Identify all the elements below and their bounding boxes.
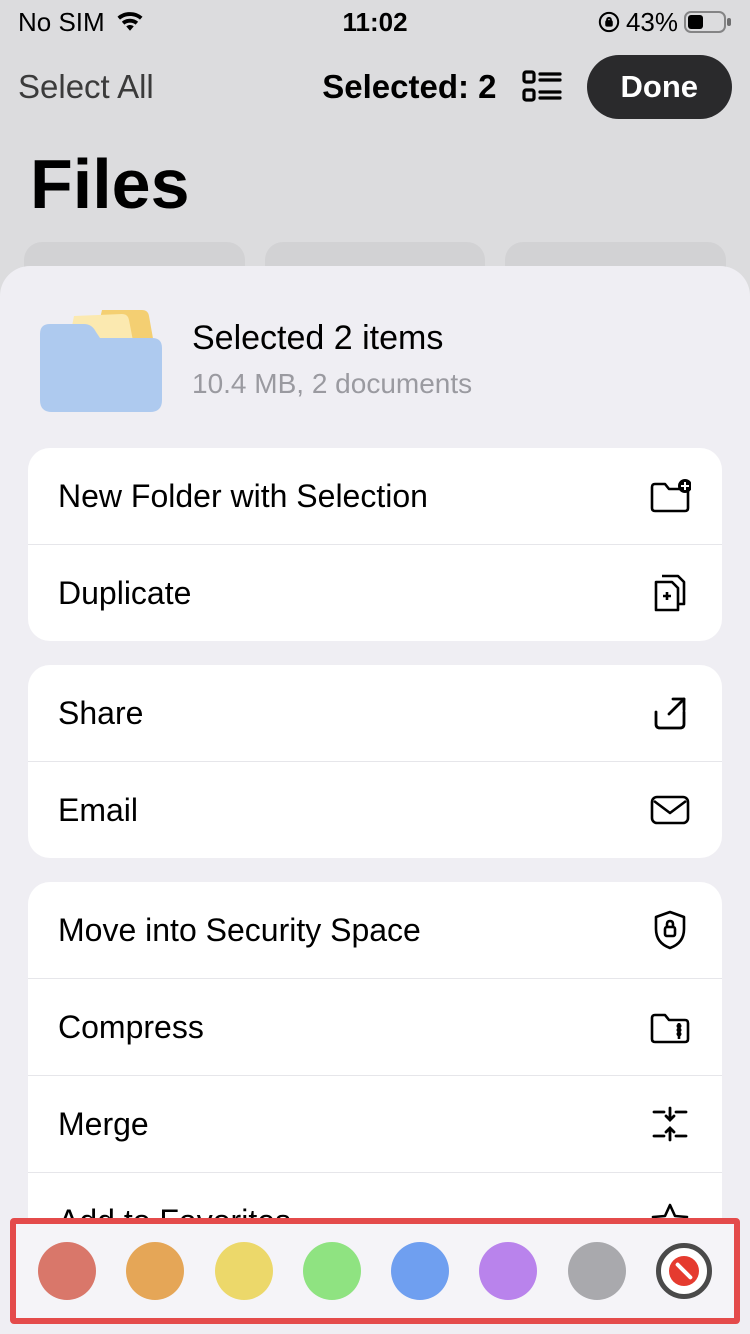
share-icon	[648, 691, 692, 735]
view-mode-toggle[interactable]	[519, 64, 565, 110]
tag-yellow[interactable]	[215, 1242, 273, 1300]
action-group-3: Move into Security Space Compress Merge …	[28, 882, 722, 1269]
new-folder-row[interactable]: New Folder with Selection	[28, 448, 722, 544]
select-all-button[interactable]: Select All	[18, 68, 154, 106]
clock: 11:02	[342, 7, 407, 38]
row-label: New Folder with Selection	[58, 478, 428, 515]
tag-orange[interactable]	[126, 1242, 184, 1300]
row-label: Email	[58, 792, 138, 829]
tag-purple[interactable]	[479, 1242, 537, 1300]
sheet-subtitle: 10.4 MB, 2 documents	[192, 368, 472, 400]
action-sheet: Selected 2 items 10.4 MB, 2 documents Ne…	[0, 266, 750, 1334]
email-icon	[648, 788, 692, 832]
folder-docs-icon	[34, 304, 164, 414]
selection-count: Selected: 2	[322, 68, 496, 106]
row-label: Share	[58, 695, 143, 732]
duplicate-icon	[648, 571, 692, 615]
page-title: Files	[0, 130, 750, 242]
done-button[interactable]: Done	[587, 55, 733, 119]
merge-icon	[648, 1102, 692, 1146]
carrier-label: No SIM	[18, 7, 105, 38]
sheet-header: Selected 2 items 10.4 MB, 2 documents	[0, 266, 750, 448]
email-row[interactable]: Email	[28, 761, 722, 858]
compress-row[interactable]: Compress	[28, 978, 722, 1075]
status-bar: No SIM 11:02 43%	[0, 0, 750, 44]
battery-icon	[684, 11, 732, 33]
shield-lock-icon	[648, 908, 692, 952]
folder-plus-icon	[648, 474, 692, 518]
tag-red[interactable]	[38, 1242, 96, 1300]
row-label: Compress	[58, 1009, 204, 1046]
tag-gray[interactable]	[568, 1242, 626, 1300]
tag-green[interactable]	[303, 1242, 361, 1300]
orientation-lock-icon	[598, 11, 620, 33]
wifi-icon	[115, 10, 145, 34]
selection-toolbar: Select All Selected: 2 Done	[0, 44, 750, 130]
action-group-1: New Folder with Selection Duplicate	[28, 448, 722, 641]
tag-color-bar	[10, 1218, 740, 1324]
share-row[interactable]: Share	[28, 665, 722, 761]
row-label: Move into Security Space	[58, 912, 421, 949]
security-space-row[interactable]: Move into Security Space	[28, 882, 722, 978]
sheet-title: Selected 2 items	[192, 319, 472, 358]
row-label: Duplicate	[58, 575, 191, 612]
action-group-2: Share Email	[28, 665, 722, 858]
row-label: Merge	[58, 1106, 149, 1143]
tag-blue[interactable]	[391, 1242, 449, 1300]
archive-icon	[648, 1005, 692, 1049]
duplicate-row[interactable]: Duplicate	[28, 544, 722, 641]
merge-row[interactable]: Merge	[28, 1075, 722, 1172]
tag-clear-button[interactable]	[656, 1243, 712, 1299]
battery-pct: 43%	[626, 7, 678, 38]
